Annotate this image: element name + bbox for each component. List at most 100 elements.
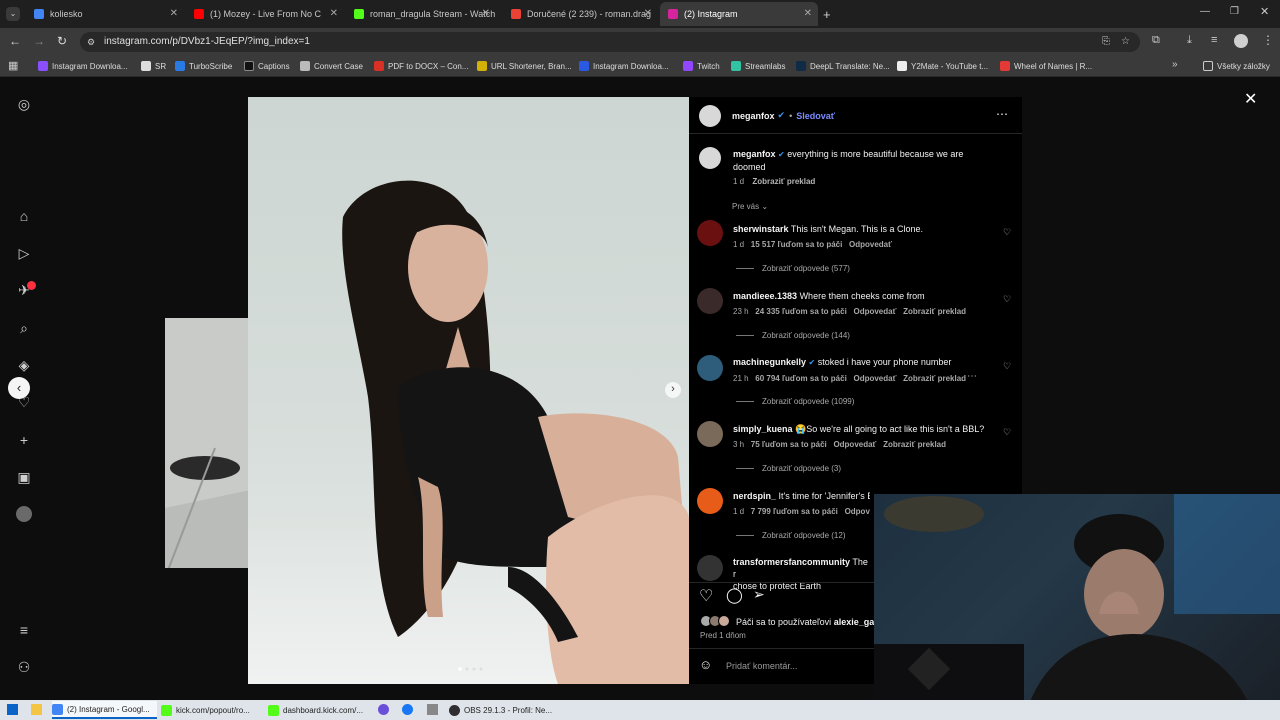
tab-koliesko[interactable]: koliesko ✕ [26,2,184,26]
like-comment-heart-icon[interactable]: ♡ [1003,294,1011,305]
reels-icon[interactable]: ▷ [14,243,34,263]
tab-youtube[interactable]: (1) Mozey - Live From No C ✕ [186,2,344,26]
taskbar-kick-popout[interactable]: kick.com/popout/ro... [161,701,261,719]
commenter-avatar[interactable] [697,220,723,246]
share-icon[interactable]: ➢ [753,586,765,603]
next-image-button[interactable]: › [665,382,681,398]
facebook-icon[interactable] [402,704,413,715]
reply-link[interactable]: Odpovedať [833,440,876,449]
comment-username[interactable]: sherwinstark [733,224,789,234]
bookmark-item[interactable]: DeepL Translate: Ne... [796,58,890,74]
comment-username[interactable]: nerdspin_ [733,491,776,501]
also-from-meta-icon[interactable]: ⚇ [14,657,34,677]
browser-menu-icon[interactable]: ⋮ [1262,33,1274,47]
profile-icon[interactable] [16,506,32,522]
view-replies-link[interactable]: Zobraziť odpovede (1099) [736,397,854,406]
bookmark-item[interactable]: Streamlabs [731,58,785,74]
close-tab-icon[interactable]: ✕ [170,8,178,19]
close-tab-icon[interactable]: ✕ [482,8,490,19]
comment-username[interactable]: machinegunkelly [733,357,806,367]
back-icon[interactable]: ← [9,34,21,48]
extensions-icon[interactable]: ⧉ [1152,34,1160,47]
taskbar-obs[interactable]: OBS 29.1.3 - Profil: Ne... [449,701,554,719]
translate-link[interactable]: Zobraziť preklad [903,307,966,316]
comment-likes[interactable]: 24 335 ľuďom sa to páči [755,307,847,316]
tab-instagram[interactable]: (2) Instagram ✕ [660,2,818,26]
bookmark-item[interactable]: URL Shortener, Bran... [477,58,572,74]
minimize-icon[interactable]: — [1200,6,1210,17]
bookmark-star-icon[interactable]: ☆ [1121,32,1130,52]
commenter-avatar[interactable] [697,421,723,447]
author-avatar[interactable] [699,105,721,127]
bookmark-item[interactable]: SR [141,58,166,74]
view-replies-link[interactable]: Zobraziť odpovede (12) [736,531,846,540]
translate-link[interactable]: Zobraziť preklad [752,177,815,186]
reload-icon[interactable]: ↻ [57,34,67,48]
previous-post-button[interactable]: ‹ [8,377,30,399]
comment-options-icon[interactable]: ⋯ [967,371,977,382]
author-username[interactable]: meganfox [732,111,775,121]
comment-likes[interactable]: 75 ľuďom sa to páči [751,440,827,449]
install-app-icon[interactable]: ⎘ [1102,32,1110,52]
close-tab-icon[interactable]: ✕ [644,8,652,19]
profile-avatar[interactable] [1234,34,1248,48]
commenter-avatar[interactable] [697,555,723,581]
site-info-icon[interactable]: ⚙ [87,32,95,52]
bookmark-item[interactable]: PDF to DOCX – Con... [374,58,468,74]
bookmark-item[interactable]: Wheel of Names | R... [1000,58,1092,74]
translate-link[interactable]: Zobraziť preklad [883,440,946,449]
restore-icon[interactable]: ❐ [1230,6,1239,17]
follow-button[interactable]: Sledovať [796,111,835,121]
search-icon[interactable]: ⌕ [14,318,34,338]
post-photo[interactable] [248,97,689,684]
bookmark-item[interactable]: Twitch [683,58,720,74]
bookmark-item[interactable]: Instagram Downloa... [579,58,669,74]
post-options-icon[interactable]: ⋯ [996,107,1008,121]
headset-app-icon[interactable] [378,704,389,715]
commenter-avatar[interactable] [697,488,723,514]
explore-icon[interactable]: ◈ [14,355,34,375]
tab-kick[interactable]: roman_dragula Stream - Watch ✕ [346,2,496,26]
more-bookmarks-icon[interactable]: » [1172,59,1178,70]
translate-link[interactable]: Zobraziť preklad [903,374,966,383]
reply-link[interactable]: Odpovedať [845,507,870,516]
app-icon[interactable] [427,704,438,715]
create-icon[interactable]: + [14,430,34,450]
commenter-avatar[interactable] [697,355,723,381]
view-replies-link[interactable]: Zobraziť odpovede (3) [736,464,841,473]
emoji-icon[interactable]: ☺ [699,657,712,672]
address-bar[interactable]: ⚙ instagram.com/p/DVbz1-JEqEP/?img_index… [80,32,1140,52]
view-replies-link[interactable]: Zobraziť odpovede (144) [736,331,850,340]
taskbar-kick-dashboard[interactable]: dashboard.kick.com/... [268,701,368,719]
comment-bubble-icon[interactable]: ◯ [726,586,743,604]
close-window-icon[interactable]: ✕ [1260,5,1269,18]
forward-icon[interactable]: → [33,34,45,48]
tab-search-button[interactable]: ⌄ [6,7,20,21]
instagram-logo-icon[interactable]: ◎ [14,94,34,114]
download-icon[interactable]: ⤓ [1187,34,1192,47]
like-comment-heart-icon[interactable]: ♡ [1003,427,1011,438]
apps-grid-icon[interactable]: ▦ [8,59,18,72]
bookmark-item[interactable]: Y2Mate - YouTube t... [897,58,988,74]
home-icon[interactable]: ⌂ [14,206,34,226]
like-comment-heart-icon[interactable]: ♡ [1003,361,1011,372]
comment-username[interactable]: transformersfancommunity [733,557,850,567]
comment-likes[interactable]: 60 794 ľuďom sa to páči [755,374,847,383]
comment-username[interactable]: mandieee.1383 [733,291,797,301]
comment-input[interactable]: Pridať komentár... [726,661,797,671]
reply-link[interactable]: Odpovedať [853,374,896,383]
close-tab-icon[interactable]: ✕ [330,8,338,19]
all-bookmarks-folder[interactable]: Všetky záložky [1203,58,1270,74]
adjacent-post-preview[interactable] [164,318,260,579]
bookmark-item[interactable]: Instagram Downloa... [38,58,128,74]
media-control-icon[interactable]: ≡ [1211,34,1217,46]
caption-username[interactable]: meganfox [733,149,776,159]
like-heart-icon[interactable]: ♡ [699,586,713,606]
bookmark-item[interactable]: Convert Case [300,58,363,74]
close-post-icon[interactable]: ✕ [1244,89,1257,109]
close-tab-icon[interactable]: ✕ [804,8,812,19]
reply-link[interactable]: Odpovedať [849,240,892,249]
dashboard-icon[interactable]: ▣ [14,467,34,487]
tab-gmail[interactable]: Doručené (2 239) - roman.drag ✕ [503,2,658,26]
comment-likes[interactable]: 7 799 ľuďom sa to páči [751,507,838,516]
